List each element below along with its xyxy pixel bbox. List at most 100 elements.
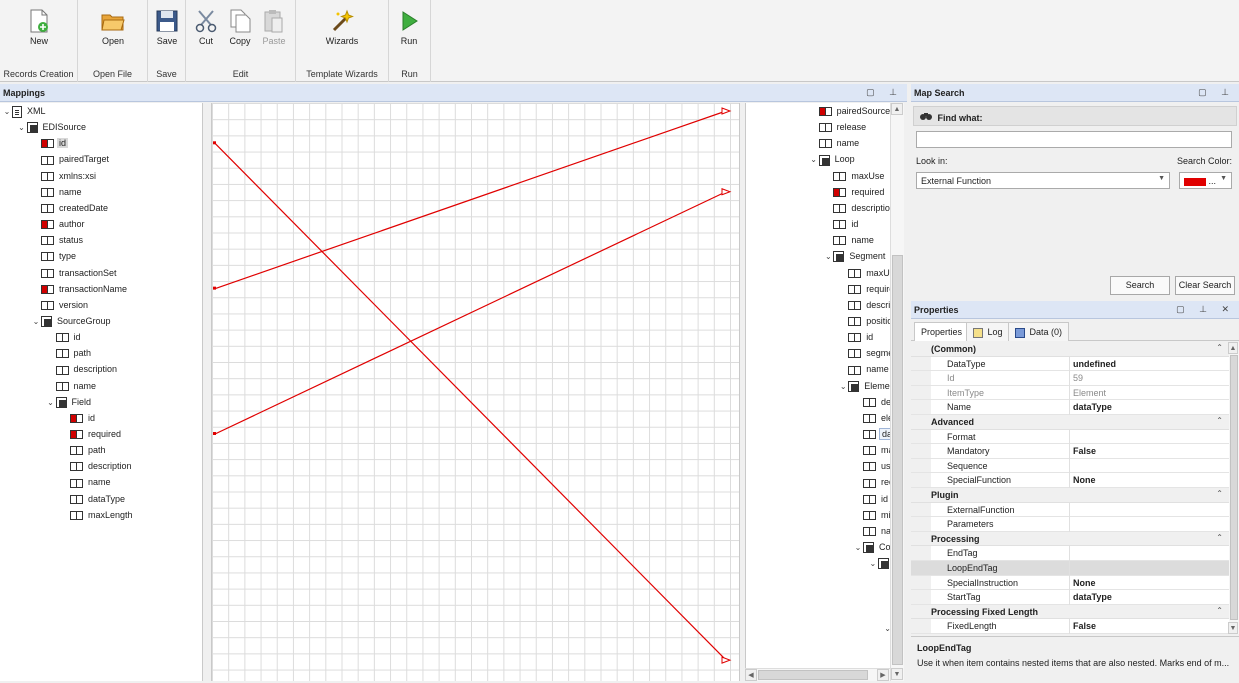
property-value[interactable]: None xyxy=(1073,578,1096,588)
property-category[interactable]: Processing ⌃ xyxy=(911,531,1229,547)
left-tree-node[interactable]: pairedTarget xyxy=(31,151,111,167)
property-grid-scrollbar[interactable]: ▲ ▼ xyxy=(1228,342,1239,634)
expand-toggle-icon[interactable]: ⌄ xyxy=(2,104,12,120)
property-row[interactable]: ExternalFunction xyxy=(911,502,1229,518)
left-tree-node[interactable]: name xyxy=(46,378,99,394)
right-tree-node[interactable]: ⌄CodeTa xyxy=(868,555,890,571)
left-tree-node[interactable]: author xyxy=(31,216,87,232)
property-row[interactable]: Name dataType xyxy=(911,400,1229,415)
collapse-caret-icon[interactable]: ⌃ xyxy=(1216,343,1223,352)
clear-search-button[interactable]: Clear Search xyxy=(1175,276,1235,295)
scroll-thumb[interactable] xyxy=(892,255,903,665)
collapse-caret-icon[interactable]: ⌃ xyxy=(1216,416,1223,425)
link-end-arrow-icon[interactable] xyxy=(721,107,732,115)
right-tree-node[interactable]: name xyxy=(823,232,876,248)
right-tree-node[interactable]: segment xyxy=(838,345,890,361)
panel-window-controls[interactable]: ▢ ⊥ ✕ xyxy=(1176,304,1235,315)
collapse-caret-icon[interactable]: ⌃ xyxy=(1216,533,1223,542)
mapping-link-line[interactable] xyxy=(214,142,727,661)
left-tree-node[interactable]: ⌄ XML xyxy=(2,103,48,119)
property-row[interactable]: Id 59 xyxy=(911,371,1229,386)
left-tree-node[interactable]: createdDate xyxy=(31,200,110,216)
tab-log[interactable]: Log xyxy=(966,322,1010,341)
left-tree-node[interactable]: description xyxy=(46,361,120,377)
right-tree-node[interactable]: description xyxy=(823,200,890,216)
property-row[interactable]: LoopEndTag xyxy=(911,561,1229,576)
property-category[interactable]: (Common) ⌃ xyxy=(911,342,1229,357)
expand-toggle-icon[interactable]: ⌄ xyxy=(868,556,878,572)
search-button[interactable]: Search xyxy=(1110,276,1170,295)
right-tree-node[interactable]: id xyxy=(853,491,890,507)
property-category[interactable]: Advanced ⌃ xyxy=(911,415,1229,430)
left-tree-node[interactable]: description xyxy=(60,458,134,474)
run-button[interactable]: Run xyxy=(387,6,431,54)
expand-toggle-icon[interactable]: ⌄ xyxy=(46,395,56,411)
right-tree-node[interactable]: ⌄ Element xyxy=(838,378,890,394)
left-tree-node[interactable]: id xyxy=(60,410,97,426)
left-tree-node[interactable]: ⌄ Field xyxy=(46,394,94,410)
property-value[interactable]: None xyxy=(1073,475,1096,485)
right-tree-node[interactable]: required xyxy=(838,281,890,297)
property-category[interactable]: Plugin ⌃ xyxy=(911,488,1229,503)
property-value[interactable]: dataType xyxy=(1073,592,1112,602)
tab-properties[interactable]: Properties xyxy=(914,322,970,341)
property-row[interactable]: ItemType Element xyxy=(911,385,1229,401)
paste-button[interactable]: Paste xyxy=(252,6,296,54)
property-value[interactable]: False xyxy=(1073,621,1096,631)
link-start-handle[interactable] xyxy=(213,286,216,290)
collapse-caret-icon[interactable]: ⌃ xyxy=(1216,489,1223,498)
scroll-down-arrow-icon[interactable]: ▼ xyxy=(891,668,903,680)
expand-toggle-icon[interactable]: ⌄ xyxy=(838,379,848,395)
collapse-caret-icon[interactable]: ⌃ xyxy=(1216,606,1223,615)
right-tree-node[interactable]: ⌄ Loop xyxy=(809,151,857,167)
right-tree-node[interactable]: maxLen xyxy=(853,442,890,458)
property-row[interactable]: Format xyxy=(911,429,1229,445)
find-what-input[interactable] xyxy=(916,131,1232,148)
right-tree-node[interactable]: required xyxy=(853,474,890,490)
scroll-up-arrow-icon[interactable]: ▲ xyxy=(1228,342,1238,354)
left-tree-node[interactable]: path xyxy=(46,345,94,361)
right-tree-node[interactable]: pairedSource xyxy=(809,103,890,119)
expand-toggle-icon[interactable]: ⌄ xyxy=(853,540,863,556)
link-start-handle[interactable] xyxy=(213,141,216,145)
right-tree-node[interactable]: ⌄ CodeTables xyxy=(853,539,890,555)
right-tree-node[interactable]: element xyxy=(853,410,890,426)
left-tree-node[interactable]: maxLength xyxy=(60,507,135,523)
panel-window-controls[interactable]: ▢ ⊥ xyxy=(866,87,903,98)
panel-window-controls[interactable]: ▢ ⊥ xyxy=(1198,87,1235,98)
right-tree-node[interactable]: usage xyxy=(853,458,890,474)
hscroll-thumb[interactable] xyxy=(758,670,868,680)
property-row[interactable]: SpecialFunction None xyxy=(911,473,1229,488)
target-tree-vertical-scrollbar[interactable]: ▲ ▼ xyxy=(890,103,904,681)
expand-toggle-icon[interactable]: ⌄ xyxy=(809,152,819,168)
property-row[interactable]: SpecialInstruction None xyxy=(911,575,1229,591)
property-row[interactable]: StartTag dataType xyxy=(911,590,1229,605)
right-tree-node[interactable]: maxUse xyxy=(838,265,890,281)
scroll-down-arrow-icon[interactable]: ▼ xyxy=(1228,622,1238,634)
link-end-arrow-icon[interactable] xyxy=(721,188,732,196)
property-value[interactable]: undefined xyxy=(1073,359,1116,369)
right-tree-node[interactable]: name xyxy=(838,361,890,377)
expand-toggle-icon[interactable]: ⌄ xyxy=(823,249,833,265)
look-in-dropdown[interactable]: External Function ▼ xyxy=(916,172,1170,189)
expand-toggle-icon[interactable]: ⌄ xyxy=(17,120,27,136)
property-row[interactable]: DataType undefined xyxy=(911,356,1229,372)
right-tree-node[interactable]: de xyxy=(853,394,890,410)
right-tree-node[interactable]: required xyxy=(823,184,886,200)
search-color-dropdown[interactable]: ... ▼ xyxy=(1179,172,1232,189)
mapping-link-line[interactable] xyxy=(214,110,727,290)
right-tree-node[interactable]: id xyxy=(823,216,860,232)
right-tree-node[interactable]: app xyxy=(883,588,890,604)
left-tree-node[interactable]: name xyxy=(60,474,113,490)
left-tree-node[interactable]: id xyxy=(46,329,83,345)
link-start-handle[interactable] xyxy=(213,432,216,435)
property-category[interactable]: Processing Fixed Length ⌃ xyxy=(911,604,1229,620)
tab-data[interactable]: Data (0) xyxy=(1008,322,1070,341)
property-row[interactable]: EndTag xyxy=(911,546,1229,561)
wizards-button[interactable]: Wizards xyxy=(320,6,364,54)
expand-toggle-icon[interactable]: ⌄ xyxy=(31,314,41,330)
left-tree-node[interactable]: transactionName xyxy=(31,281,129,297)
right-tree-node[interactable]: ⌄ Segment xyxy=(823,248,887,264)
left-tree-node[interactable]: id xyxy=(31,135,69,151)
mapping-link-line[interactable] xyxy=(214,191,727,435)
